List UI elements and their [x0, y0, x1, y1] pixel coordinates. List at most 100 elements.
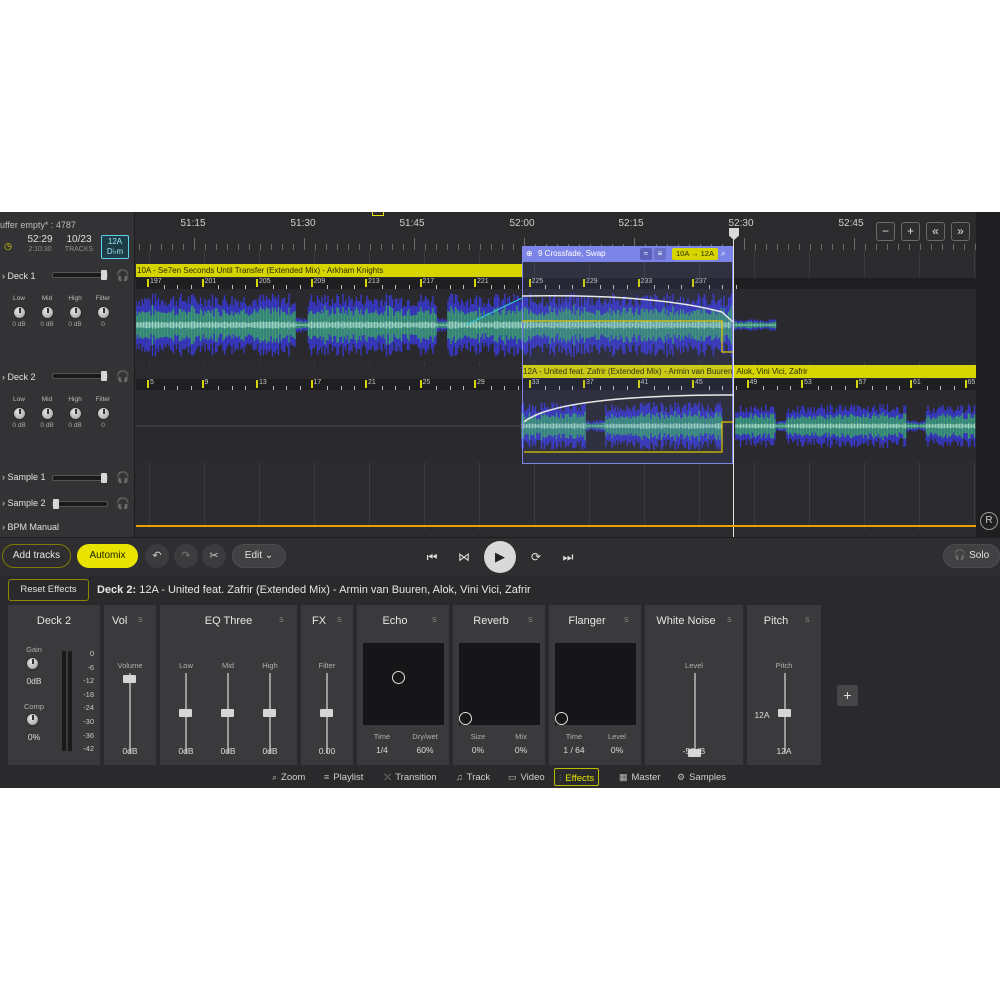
playhead[interactable] [733, 234, 734, 537]
fast-forward-button[interactable]: » [951, 222, 970, 241]
echo-pad-point[interactable] [392, 670, 406, 684]
headphones-icon[interactable]: 🎧 [116, 471, 130, 484]
redo-icon[interactable]: ↷ [174, 544, 198, 568]
undo-icon[interactable]: ↶ [145, 544, 169, 568]
filter-slider-thumb[interactable] [320, 709, 333, 717]
crossfade-curves [465, 295, 734, 453]
sample-2-title[interactable]: › Sample 2 [2, 498, 46, 508]
volume-slider[interactable] [129, 673, 131, 753]
key-badge[interactable]: 12A D♭m [101, 235, 129, 259]
solo-fx-icon[interactable]: S [337, 617, 342, 624]
sync-icon[interactable]: ⋈ [453, 547, 475, 567]
marker-icon[interactable] [372, 212, 384, 216]
tab-master[interactable]: ▦ Master [615, 768, 665, 786]
solo-fx-icon[interactable]: S [528, 617, 533, 624]
headphones-icon[interactable]: 🎧 [116, 370, 130, 383]
reverb-pad-point[interactable] [458, 711, 472, 725]
level-meter-left [62, 651, 66, 751]
tab-effects[interactable]: ⫶ Effects [554, 768, 600, 786]
solo-fx-icon[interactable]: S [279, 617, 284, 624]
record-icon[interactable]: R [980, 512, 998, 530]
flanger-xy-pad[interactable] [554, 643, 636, 725]
tab-track[interactable]: ♫ Track [452, 768, 494, 786]
master-icon: ▦ [619, 772, 628, 782]
tab-transition[interactable]: ⤫ Transition [380, 768, 441, 786]
sample-1-fader[interactable] [52, 473, 108, 483]
high-knob[interactable] [68, 306, 82, 319]
solo-fx-icon[interactable]: S [805, 617, 810, 624]
bpm-title[interactable]: › BPM Manual [2, 522, 59, 532]
tab-video[interactable]: ▭ Video [504, 768, 549, 786]
chevron-icon: › [2, 522, 5, 532]
reverb-xy-pad[interactable] [458, 643, 540, 725]
deck-1-volume-fader[interactable] [52, 270, 108, 280]
eq-high-thumb[interactable] [263, 709, 276, 717]
deck-1-title[interactable]: › Deck 1 [2, 271, 36, 281]
low-knob[interactable] [12, 306, 26, 319]
echo-xy-pad[interactable] [363, 643, 444, 725]
headphones-icon: 🎧 [953, 550, 967, 561]
sample-1-title[interactable]: › Sample 1 [2, 472, 46, 482]
volume-panel: Vol S Volume 0dB [104, 605, 156, 765]
sample-2-fader[interactable] [52, 499, 108, 509]
play-icon: ▶ [495, 549, 505, 564]
meter-scale-label: -42 [83, 744, 94, 754]
solo-fx-icon[interactable]: S [138, 617, 143, 624]
meter-scale-label: -12 [83, 676, 94, 686]
eq-mid-thumb[interactable] [221, 709, 234, 717]
rewind-button[interactable]: « [926, 222, 945, 241]
solo-fx-icon[interactable]: S [432, 617, 437, 624]
chevron-icon: › [2, 372, 5, 382]
flanger-pad-point[interactable] [554, 711, 568, 725]
play-button[interactable]: ▶ [484, 541, 516, 573]
video-icon: ▭ [508, 772, 517, 782]
chevron-down-icon: ⌄ [264, 550, 274, 561]
eq-low-thumb[interactable] [179, 709, 192, 717]
noise-level-slider[interactable] [694, 673, 696, 753]
add-tracks-button[interactable]: Add tracks [2, 544, 71, 568]
mid-knob[interactable] [40, 306, 54, 319]
timeline[interactable]: 51:15 51:30 51:45 52:00 52:15 52:30 52:45 10A … [136, 212, 976, 537]
reset-effects-button[interactable]: Reset Effects [8, 579, 89, 601]
high-knob[interactable] [68, 407, 82, 420]
deck-2-title[interactable]: › Deck 2 [2, 372, 36, 382]
solo-fx-icon[interactable]: S [624, 617, 629, 624]
tab-label: Video [520, 772, 545, 783]
deck-panel-title: Deck 2 [36, 615, 72, 627]
mid-knob[interactable] [40, 407, 54, 420]
zoom-in-button[interactable]: + [901, 222, 920, 241]
solo-fx-icon[interactable]: S [727, 617, 732, 624]
headphones-icon[interactable]: 🎧 [116, 269, 130, 282]
skip-forward-icon[interactable]: ⏭ [557, 547, 579, 567]
bpm-automation-line[interactable] [136, 525, 976, 527]
level-meter-right [68, 651, 72, 751]
scissors-icon[interactable]: ✂ [202, 544, 226, 568]
deck-sidebar: uffer empty* : 4787 ◷ 52:29 2:10:30 10/23… [0, 212, 135, 537]
pitch-key-label: 12A [754, 710, 770, 720]
tab-samples[interactable]: ⚙ Samples [673, 768, 730, 786]
tab-playlist[interactable]: ≡ Playlist [320, 768, 367, 786]
tab-label: Playlist [333, 772, 364, 783]
headphones-icon[interactable]: 🎧 [116, 497, 130, 510]
gain-knob[interactable] [26, 657, 39, 670]
edit-dropdown[interactable]: Edit ⌄ [232, 544, 286, 568]
fx-filter-panel: FX S Filter 0.00 [301, 605, 353, 765]
low-knob[interactable] [12, 407, 26, 420]
tab-label: Transition [395, 772, 437, 783]
deck-2-volume-fader[interactable] [52, 371, 108, 381]
pitch-slider-thumb[interactable] [778, 709, 791, 717]
comp-knob[interactable] [26, 713, 39, 726]
loop-icon[interactable]: ⟳ [525, 547, 547, 567]
meter-scale-label: -24 [83, 703, 94, 713]
app-window: uffer empty* : 4787 ◷ 52:29 2:10:30 10/23… [0, 212, 1000, 788]
automix-button[interactable]: Automix [77, 544, 138, 568]
volume-slider-thumb[interactable] [123, 675, 136, 684]
solo-button[interactable]: 🎧 Solo [943, 544, 1000, 568]
tab-zoom[interactable]: ⌕ Zoom [268, 768, 309, 786]
skip-back-icon[interactable]: ⏮ [421, 547, 443, 567]
filter-knob[interactable] [96, 407, 110, 420]
add-effect-button[interactable]: + [837, 685, 858, 706]
filter-knob[interactable] [96, 306, 110, 319]
zoom-out-button[interactable]: − [876, 222, 895, 241]
sample-1-row: › Sample 1 🎧 [0, 467, 135, 489]
